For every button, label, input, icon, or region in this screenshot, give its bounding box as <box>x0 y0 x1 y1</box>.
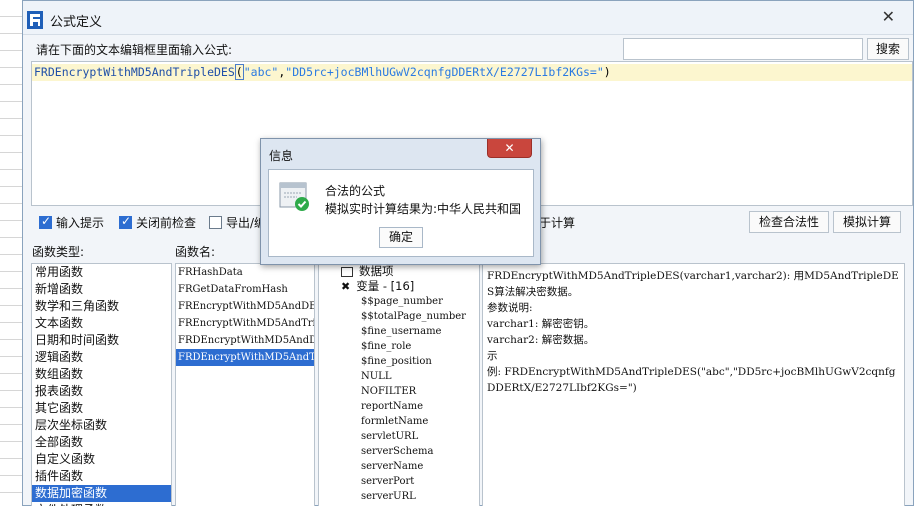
dialog-body: 合法的公式 模拟实时计算结果为:中华人民共和国 确定 <box>268 169 534 257</box>
desc-example: 例: FRDEncryptWithMD5AndTripleDES("abc","… <box>487 366 896 394</box>
info-dialog: 信息 ✕ 合法的公式 模拟实时计算结果为:中华人民共和国 确定 <box>260 138 541 265</box>
variable-item[interactable]: serverSchema <box>361 444 479 459</box>
dialog-message-valid: 合法的公式 <box>325 184 386 198</box>
func-type-item[interactable]: 自定义函数 <box>32 451 171 468</box>
func-type-item[interactable]: 常用函数 <box>32 264 171 281</box>
variable-item[interactable]: NOFILTER <box>361 384 479 399</box>
dialog-close-button[interactable]: ✕ <box>487 139 532 158</box>
dialog-message-result: 模拟实时计算结果为:中华人民共和国 <box>325 202 522 216</box>
func-name-item[interactable]: FRDEncryptWithMD5AndTripleDES <box>176 349 314 366</box>
variable-root-node[interactable]: ✖ 变量 - [16] <box>319 279 479 294</box>
check-on-close-checkbox[interactable] <box>119 214 132 229</box>
func-name-item[interactable]: FREncryptWithMD5AndTripleDES <box>176 315 314 332</box>
variable-item[interactable]: $$totalPage_number <box>361 309 479 324</box>
search-button[interactable]: 搜索 <box>867 38 909 60</box>
desc-signature: FRDEncryptWithMD5AndTripleDES(varchar1,v… <box>487 270 899 298</box>
variable-item[interactable]: $$page_number <box>361 294 479 309</box>
func-type-item[interactable]: 全部函数 <box>32 434 171 451</box>
func-type-item[interactable]: 日期和时间函数 <box>32 332 171 349</box>
app-logo-icon <box>27 11 43 29</box>
variable-item[interactable]: serverName <box>361 459 479 474</box>
desc-param2: varchar2: 解密数据。 <box>487 334 595 346</box>
func-name-item[interactable]: FRHashData <box>176 264 314 281</box>
func-name-item[interactable]: FRGetDataFromHash <box>176 281 314 298</box>
search-input[interactable] <box>623 38 863 60</box>
func-type-list[interactable]: 常用函数 新增函数 数学和三角函数 文本函数 日期和时间函数 逻辑函数 数组函数 报表函数 其它… <box>31 263 172 506</box>
export-checkbox[interactable] <box>209 216 222 229</box>
func-type-item[interactable]: 其它函数 <box>32 400 171 417</box>
formula-arg2: "DD5rc+jocBMlhUGwV2cqnfgDDERtX/E2727LIbf… <box>285 65 604 79</box>
window-title: 公式定义 <box>50 15 103 30</box>
variable-icon: ✖ <box>341 280 351 293</box>
function-description: FRDEncryptWithMD5AndTripleDES(varchar1,v… <box>483 264 904 400</box>
desc-param1: varchar1: 解密密钥。 <box>487 318 595 330</box>
func-type-label: 函数类型: <box>32 245 85 259</box>
func-name-item[interactable]: FRDEncryptWithMD5AndDES <box>176 332 314 349</box>
formula-prompt: 请在下面的文本编辑框里面输入公式: <box>36 43 233 57</box>
simulate-compute-button[interactable]: 模拟计算 <box>833 211 901 233</box>
formula-text[interactable]: FRDEncryptWithMD5AndTripleDES("abc","DD5… <box>34 64 611 80</box>
desc-params-heading: 参数说明: <box>487 302 533 314</box>
variable-item[interactable]: NULL <box>361 369 479 384</box>
func-name-item[interactable]: FREncryptWithMD5AndDES <box>176 298 314 315</box>
func-type-item[interactable]: 数组函数 <box>32 366 171 383</box>
check-on-close-option[interactable]: 关闭前检查 <box>119 214 196 231</box>
check-on-close-label: 关闭前检查 <box>136 216 197 230</box>
func-type-item[interactable]: 逻辑函数 <box>32 349 171 366</box>
variable-item[interactable]: $fine_username <box>361 324 479 339</box>
window-close-icon[interactable]: ✕ <box>882 7 895 26</box>
func-type-item[interactable]: 新增函数 <box>32 281 171 298</box>
variable-tree[interactable]: 数据项 ✖ 变量 - [16] $$page_number $$totalPage… <box>318 263 480 506</box>
variable-item[interactable]: serverURL <box>361 489 479 504</box>
data-item-node[interactable]: 数据项 <box>319 264 479 279</box>
formula-function-name: FRDEncryptWithMD5AndTripleDES <box>34 65 235 79</box>
compute-label: 于计算 <box>539 216 576 230</box>
func-type-item[interactable]: 数学和三角函数 <box>32 298 171 315</box>
func-type-item[interactable]: 插件函数 <box>32 468 171 485</box>
variable-item[interactable]: serverPort <box>361 474 479 489</box>
func-type-item[interactable]: 文件处理函数 <box>32 502 171 506</box>
input-hint-checkbox[interactable] <box>39 214 52 229</box>
variable-root-label: 变量 - [16] <box>356 279 415 293</box>
desc-example-heading: 示 <box>487 350 498 362</box>
input-hint-option[interactable]: 输入提示 <box>39 214 104 231</box>
func-type-item[interactable]: 报表函数 <box>32 383 171 400</box>
data-item-label: 数据项 <box>359 264 394 278</box>
variable-item[interactable]: formletName <box>361 414 479 429</box>
func-type-item[interactable]: 文本函数 <box>32 315 171 332</box>
func-type-item[interactable]: 数据加密函数 <box>32 485 171 502</box>
dialog-ok-button[interactable]: 确定 <box>379 227 423 248</box>
variable-item[interactable]: $fine_role <box>361 339 479 354</box>
func-name-label: 函数名: <box>175 245 216 259</box>
data-item-icon <box>341 266 353 277</box>
description-panel: FRDEncryptWithMD5AndTripleDES(varchar1,v… <box>482 263 905 506</box>
func-type-item[interactable]: 层次坐标函数 <box>32 417 171 434</box>
export-option[interactable]: 导出/编 <box>209 214 266 231</box>
variable-item[interactable]: $fine_position <box>361 354 479 369</box>
func-name-list[interactable]: FRHashData FRGetDataFromHash FREncryptWith… <box>175 263 315 506</box>
formula-arg1: "abc" <box>243 65 279 79</box>
formula-close-paren: ) <box>603 65 611 79</box>
check-validity-button[interactable]: 检查合法性 <box>749 211 829 233</box>
variable-item[interactable]: reportName <box>361 399 479 414</box>
variable-item[interactable]: servletURL <box>361 429 479 444</box>
title-bar: 公式定义 ✕ <box>23 1 913 35</box>
input-hint-label: 输入提示 <box>56 216 105 230</box>
valid-check-icon <box>279 180 311 212</box>
dialog-title: 信息 <box>269 149 294 163</box>
formula-open-paren: ( <box>234 64 244 80</box>
